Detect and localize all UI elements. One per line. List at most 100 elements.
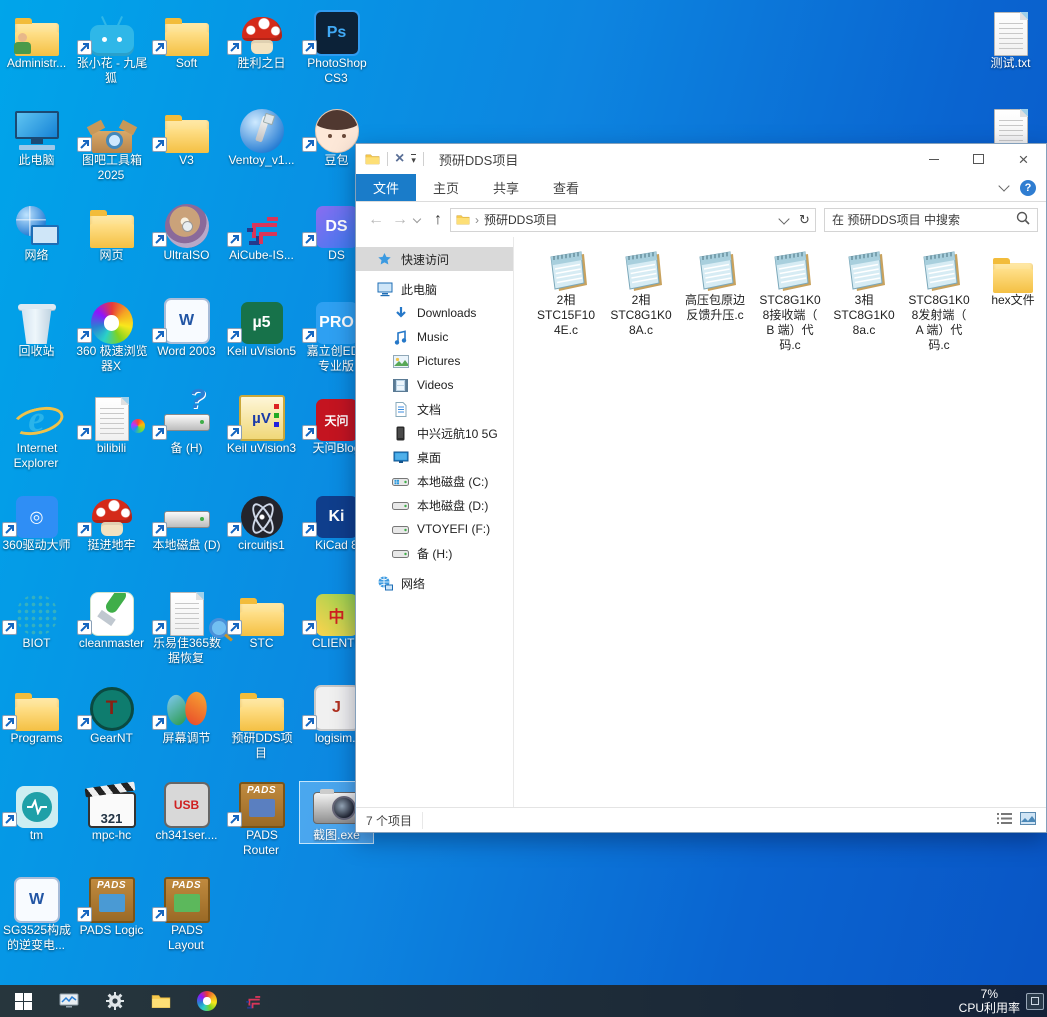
browser-swirl-icon bbox=[197, 991, 217, 1011]
sidebar-item[interactable]: 备 (H:) bbox=[356, 541, 513, 565]
desktop-icon[interactable]: PsPhotoShop CS3 bbox=[300, 10, 373, 86]
desktop-icon[interactable]: 挺进地牢 bbox=[75, 492, 148, 553]
maximize-button[interactable] bbox=[956, 144, 1001, 174]
sidebar-item[interactable]: Downloads bbox=[356, 301, 513, 325]
tray-icon[interactable] bbox=[1026, 993, 1044, 1010]
desktop-icon[interactable]: V3 bbox=[150, 107, 223, 168]
sidebar-item[interactable]: 网络 bbox=[356, 571, 513, 595]
desktop-icon[interactable]: 321mpc-hc bbox=[75, 782, 148, 843]
cpu-usage-widget[interactable]: 7% CPU利用率 bbox=[953, 987, 1026, 1015]
desktop-icon[interactable]: PADSPADS Logic bbox=[75, 877, 148, 938]
taskbar-browser360-button[interactable] bbox=[184, 985, 230, 1017]
desktop-icon[interactable]: STC bbox=[225, 590, 298, 651]
sidebar-item[interactable]: Music bbox=[356, 325, 513, 349]
forward-button[interactable]: → bbox=[388, 211, 412, 229]
desktop-icon[interactable]: 网页 bbox=[75, 202, 148, 263]
taskbar-aicube-button[interactable] bbox=[230, 985, 276, 1017]
breadcrumb[interactable]: 预研DDS项目 bbox=[484, 211, 557, 228]
desktop-icon[interactable]: 预研DDS项目 bbox=[225, 685, 298, 761]
title-bar[interactable]: × ▾ 预研DDS项目 × bbox=[356, 144, 1046, 174]
sidebar-item[interactable]: 本地磁盘 (C:) bbox=[356, 469, 513, 493]
address-dropdown-icon[interactable] bbox=[773, 209, 794, 231]
address-bar[interactable]: › 预研DDS项目 ↻ bbox=[450, 208, 816, 232]
desktop-icon[interactable]: PADSPADS Layout bbox=[150, 877, 223, 953]
desktop-icon[interactable]: 网络 bbox=[0, 202, 73, 263]
desktop-icon[interactable]: 测试.txt bbox=[974, 10, 1047, 71]
minimize-button[interactable] bbox=[911, 144, 956, 174]
desktop-icon[interactable]: WSG3525构成的逆变电... bbox=[0, 877, 73, 953]
desktop-icon[interactable]: 此电脑 bbox=[0, 107, 73, 168]
desktop-icon[interactable]: Programs bbox=[0, 685, 73, 746]
window-controls: × bbox=[911, 144, 1046, 174]
sidebar-item[interactable]: 快速访问 bbox=[356, 247, 513, 271]
taskbar-taskmgr-button[interactable] bbox=[46, 985, 92, 1017]
sidebar-item[interactable]: Pictures bbox=[356, 349, 513, 373]
desktop-icon[interactable]: 胜利之日 bbox=[225, 10, 298, 71]
icon-image bbox=[225, 685, 298, 731]
desktop-icon[interactable]: 乐易佳365数据恢复 bbox=[150, 590, 223, 666]
file-item[interactable]: 高压包原边 反馈升压.c bbox=[678, 245, 752, 323]
ribbon-tab[interactable]: 查看 bbox=[536, 174, 596, 201]
sidebar-item[interactable]: 此电脑 bbox=[356, 277, 513, 301]
desktop-icon[interactable]: USBch341ser.... bbox=[150, 782, 223, 843]
back-button[interactable]: ← bbox=[364, 211, 388, 229]
sidebar-item[interactable]: 中兴远航10 5G bbox=[356, 421, 513, 445]
desktop-icon[interactable]: Administr... bbox=[0, 10, 73, 71]
desktop-icon[interactable]: 360 极速浏览器X bbox=[75, 298, 148, 374]
file-item[interactable]: STC8G1K0 8发射端（ A 端）代 码.c bbox=[902, 245, 976, 353]
sidebar-item[interactable]: 本地磁盘 (D:) bbox=[356, 493, 513, 517]
help-icon[interactable]: ? bbox=[1020, 180, 1036, 196]
close-tool-icon[interactable]: × bbox=[395, 151, 404, 167]
desktop-icon[interactable]: ?备 (H) bbox=[150, 395, 223, 456]
desktop-icon[interactable]: 图吧工具箱 2025 bbox=[75, 107, 148, 183]
taskbar-explorer-button[interactable] bbox=[138, 985, 184, 1017]
collapse-ribbon-icon[interactable] bbox=[998, 180, 1009, 191]
up-button[interactable]: ↑ bbox=[426, 211, 450, 229]
taskbar-settings-button[interactable] bbox=[92, 985, 138, 1017]
file-item[interactable]: hex文件 bbox=[976, 245, 1047, 308]
desktop-icon[interactable]: 回收站 bbox=[0, 298, 73, 359]
desktop-icon[interactable]: ◎360驱动大师 bbox=[0, 492, 73, 553]
desktop-icon[interactable]: cleanmaster bbox=[75, 590, 148, 651]
desktop-icon[interactable]: 本地磁盘 (D) bbox=[150, 492, 223, 553]
file-item[interactable]: 2相 STC8G1K0 8A.c bbox=[604, 245, 678, 338]
desktop-icon[interactable]: AiCube-IS... bbox=[225, 202, 298, 263]
desktop-icon[interactable]: bilibili bbox=[75, 395, 148, 456]
ribbon-tab[interactable]: 文件 bbox=[356, 174, 416, 201]
file-item[interactable]: STC8G1K0 8接收端（ B 端）代 码.c bbox=[753, 245, 827, 353]
ribbon-tab[interactable]: 主页 bbox=[416, 174, 476, 201]
desktop-icon[interactable]: BIOT bbox=[0, 590, 73, 651]
sidebar-item[interactable]: VTOYEFI (F:) bbox=[356, 517, 513, 541]
ribbon-tab[interactable]: 共享 bbox=[476, 174, 536, 201]
close-button[interactable]: × bbox=[1001, 144, 1046, 174]
taskbar-start-button[interactable] bbox=[0, 985, 46, 1017]
desktop-icon[interactable]: Soft bbox=[150, 10, 223, 71]
desktop-icon[interactable]: tm bbox=[0, 782, 73, 843]
file-item[interactable]: 3相 STC8G1K0 8a.c bbox=[827, 245, 901, 338]
desktop-icon[interactable]: UltraISO bbox=[150, 202, 223, 263]
desktop-icon[interactable]: µ5Keil uVision5 bbox=[225, 298, 298, 359]
desktop-icon[interactable]: Ventoy_v1... bbox=[225, 107, 298, 168]
customize-toolbar-icon[interactable]: ▾ bbox=[411, 154, 416, 164]
sidebar-item[interactable]: 文档 bbox=[356, 397, 513, 421]
desktop-icon[interactable]: 屏幕调节 bbox=[150, 685, 223, 746]
icon-image bbox=[75, 298, 148, 344]
recent-locations-icon[interactable] bbox=[413, 214, 421, 222]
camera-icon bbox=[313, 792, 361, 824]
desktop-icon[interactable]: µVKeil uVision3 bbox=[225, 395, 298, 456]
sidebar-item[interactable]: Videos bbox=[356, 373, 513, 397]
list-view-icon[interactable] bbox=[997, 812, 1012, 828]
desktop-icon[interactable]: circuitjs1 bbox=[225, 492, 298, 553]
browser-swirl-icon bbox=[91, 302, 133, 344]
desktop-icon[interactable]: 张小花 - 九尾狐 bbox=[75, 10, 148, 86]
desktop-icon[interactable]: TGearNT bbox=[75, 685, 148, 746]
desktop-icon[interactable]: PADSPADS Router bbox=[225, 782, 298, 858]
desktop-icon[interactable]: WWord 2003 bbox=[150, 298, 223, 359]
search-input[interactable]: 在 预研DDS项目 中搜索 bbox=[824, 208, 1038, 232]
refresh-icon[interactable]: ↻ bbox=[794, 209, 815, 231]
sidebar-item[interactable]: 桌面 bbox=[356, 445, 513, 469]
file-item[interactable]: 2相 STC15F10 4E.c bbox=[529, 245, 603, 338]
thumbnail-view-icon[interactable] bbox=[1020, 812, 1036, 828]
search-icon[interactable] bbox=[1016, 211, 1030, 228]
desktop-icon[interactable]: eInternet Explorer bbox=[0, 395, 73, 471]
